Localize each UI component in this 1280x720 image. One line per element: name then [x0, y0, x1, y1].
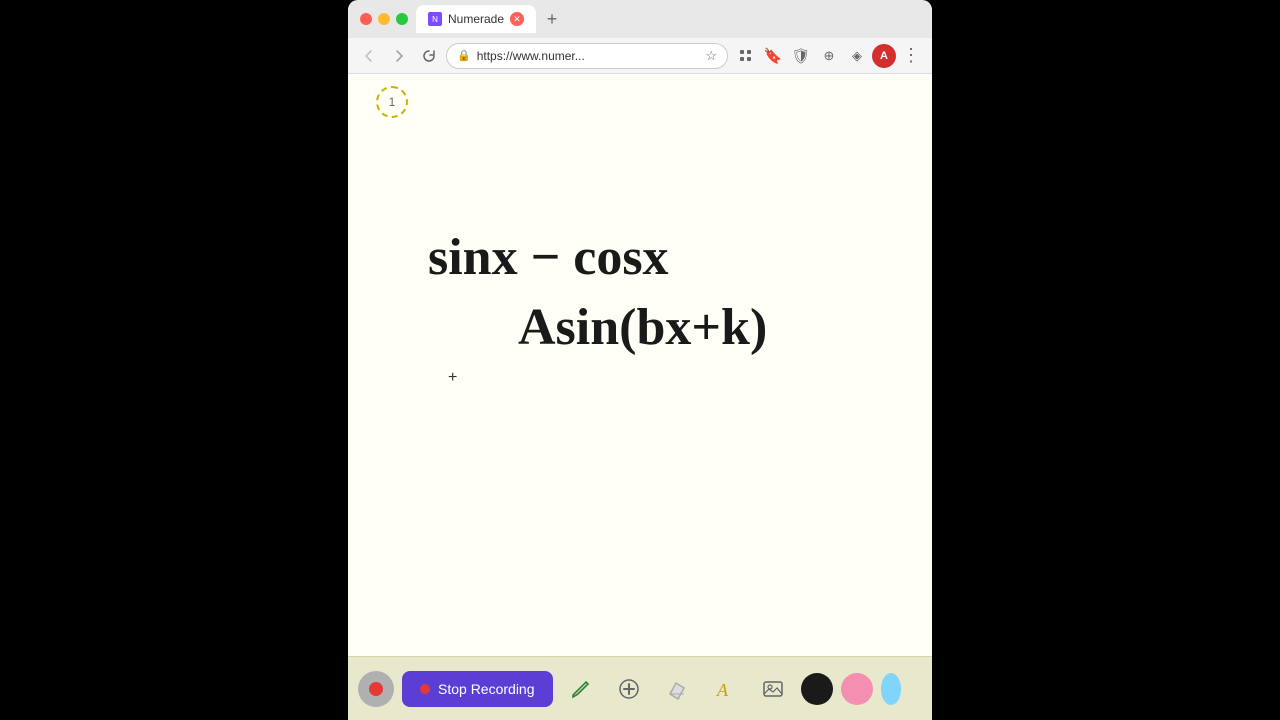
image-tool-button[interactable] — [753, 669, 793, 709]
tab-bar: N Numerade ✕ + — [416, 5, 920, 33]
wallet-icon[interactable]: ◈ — [844, 43, 870, 69]
url-text: https://www.numer... — [477, 49, 700, 63]
tab-favicon: N — [428, 12, 442, 26]
minimize-button[interactable] — [378, 13, 390, 25]
nav-actions: 🔖 🛡 ⊕ ◈ A ⋮ — [732, 43, 924, 69]
maximize-button[interactable] — [396, 13, 408, 25]
record-dot-indicator — [358, 671, 394, 707]
tab-close-button[interactable]: ✕ — [510, 12, 524, 26]
close-button[interactable] — [360, 13, 372, 25]
page-number: 1 — [376, 86, 408, 118]
stop-recording-button[interactable]: Stop Recording — [402, 671, 553, 707]
back-button[interactable] — [356, 43, 382, 69]
new-tab-button[interactable]: + — [540, 7, 564, 31]
extensions-icon[interactable] — [732, 43, 758, 69]
address-bar[interactable]: 🔒 https://www.numer... ☆ — [446, 43, 728, 69]
content-area: 1 sinx − cosx Asin(bx+k) + — [348, 74, 932, 656]
recording-indicator — [420, 684, 430, 694]
toolbar: Stop Recording A — [348, 656, 932, 720]
add-tool-button[interactable] — [609, 669, 649, 709]
pencil-tool-button[interactable] — [561, 669, 601, 709]
eraser-tool-button[interactable] — [657, 669, 697, 709]
shield-icon[interactable]: 🛡 — [788, 43, 814, 69]
active-tab[interactable]: N Numerade ✕ — [416, 5, 536, 33]
more-button[interactable]: ⋮ — [898, 43, 924, 69]
svg-text:A: A — [716, 680, 729, 700]
text-tool-button[interactable]: A — [705, 669, 745, 709]
cursor-plus: + — [448, 369, 457, 387]
blue-color-button[interactable] — [881, 673, 901, 705]
traffic-lights — [360, 13, 408, 25]
coin-icon[interactable]: ⊕ — [816, 43, 842, 69]
title-bar: N Numerade ✕ + — [348, 0, 932, 38]
nav-bar: 🔒 https://www.numer... ☆ 🔖 🛡 ⊕ ◈ A ⋮ — [348, 38, 932, 74]
pink-color-button[interactable] — [841, 673, 873, 705]
lock-icon: 🔒 — [457, 49, 471, 62]
browser-window: N Numerade ✕ + 🔒 https://www.numer... ☆ … — [348, 0, 932, 720]
forward-button[interactable] — [386, 43, 412, 69]
svg-text:Asin(bx+k): Asin(bx+k) — [518, 299, 767, 356]
tab-title: Numerade — [448, 12, 504, 26]
profile-button[interactable]: A — [872, 44, 896, 68]
black-color-button[interactable] — [801, 673, 833, 705]
refresh-button[interactable] — [416, 43, 442, 69]
bookmark-icon[interactable]: 🔖 — [760, 43, 786, 69]
svg-text:sinx − cosx: sinx − cosx — [428, 229, 669, 286]
star-icon[interactable]: ☆ — [705, 48, 717, 64]
math-content: sinx − cosx Asin(bx+k) — [428, 214, 908, 374]
